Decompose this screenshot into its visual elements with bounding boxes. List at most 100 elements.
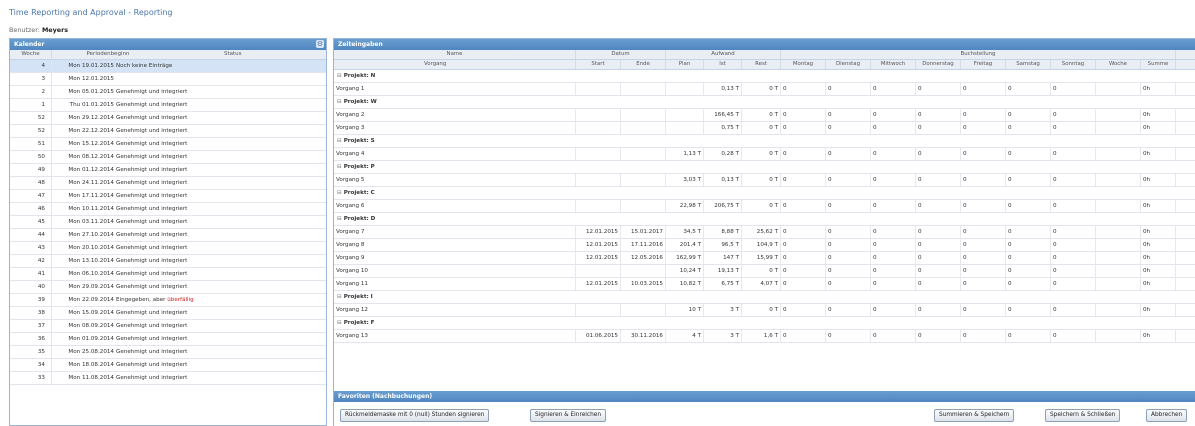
day-hours-input[interactable]: 0 (871, 278, 916, 290)
collapse-icon[interactable]: ⊟ (337, 216, 342, 222)
remaining-cell[interactable]: 15,99 T (742, 252, 781, 264)
day-hours-input[interactable]: 0 (961, 148, 1006, 160)
collapse-icon[interactable]: ⊟ (337, 164, 342, 170)
day-hours-input[interactable]: 0 (916, 122, 961, 134)
calendar-row[interactable]: 34 Mon 18.08.2014 Genehmigt und integriert (10, 359, 326, 372)
calendar-row[interactable]: 2 Mon 05.01.2015 Genehmigt und integriert (10, 86, 326, 99)
col-header-status[interactable]: Status (164, 50, 326, 59)
day-hours-input[interactable]: 0 (1006, 226, 1051, 238)
day-hours-input[interactable]: 0 (826, 83, 871, 95)
calendar-row[interactable]: 40 Mon 29.09.2014 Genehmigt und integriert (10, 281, 326, 294)
day-hours-input[interactable]: 0 (871, 148, 916, 160)
day-hours-input[interactable]: 0 (1006, 122, 1051, 134)
project-row[interactable]: ⊟ Projekt: F (334, 317, 1195, 330)
day-hours-input[interactable]: 0 (1051, 304, 1096, 316)
day-hours-input[interactable]: 0 (916, 148, 961, 160)
day-hours-input[interactable]: 0 (871, 109, 916, 121)
day-hours-input[interactable]: 0 (916, 278, 961, 290)
day-hours-input[interactable]: 0 (916, 83, 961, 95)
column-header[interactable]: Montag (781, 60, 826, 69)
start-date-cell[interactable]: 12.01.2015 (576, 239, 621, 251)
day-hours-input[interactable]: 0 (1006, 148, 1051, 160)
day-hours-input[interactable]: 0 (916, 200, 961, 212)
sign-submit-button[interactable]: Signieren & Einreichen (530, 409, 607, 422)
remaining-cell[interactable]: 0 T (742, 148, 781, 160)
day-hours-input[interactable]: 0 (961, 226, 1006, 238)
day-hours-input[interactable]: 0 (961, 174, 1006, 186)
day-hours-input[interactable]: 0 (871, 174, 916, 186)
remaining-cell[interactable]: 0 T (742, 265, 781, 277)
end-date-cell[interactable] (621, 174, 666, 186)
remaining-cell[interactable]: 0 T (742, 83, 781, 95)
day-hours-input[interactable]: 0 (916, 109, 961, 121)
remaining-cell[interactable]: 0 T (742, 200, 781, 212)
calendar-row[interactable]: 35 Mon 25.08.2014 Genehmigt und integriert (10, 346, 326, 359)
column-header[interactable]: Vorgang (334, 60, 576, 69)
day-hours-input[interactable]: 0 (826, 109, 871, 121)
end-date-cell[interactable] (621, 122, 666, 134)
day-hours-input[interactable]: 0 (961, 330, 1006, 342)
remaining-cell[interactable]: 0 T (742, 174, 781, 186)
calendar-row[interactable]: 37 Mon 08.09.2014 Genehmigt und integriert (10, 320, 326, 333)
day-hours-input[interactable]: 0 (826, 200, 871, 212)
day-hours-input[interactable]: 0 (916, 226, 961, 238)
column-header[interactable]: Samstag (1006, 60, 1051, 69)
column-header[interactable]: Ende (621, 60, 666, 69)
calendar-row[interactable]: 4 Mon 19.01.2015 Noch keine Einträge (10, 60, 326, 73)
start-date-cell[interactable] (576, 122, 621, 134)
calendar-row[interactable]: 43 Mon 20.10.2014 Genehmigt und integriert (10, 242, 326, 255)
day-hours-input[interactable]: 0 (871, 304, 916, 316)
day-hours-input[interactable]: 0 (916, 252, 961, 264)
day-hours-input[interactable]: 0 (871, 200, 916, 212)
day-hours-input[interactable]: 0 (961, 239, 1006, 251)
day-hours-input[interactable]: 0 (781, 239, 826, 251)
sign-zero-hours-button[interactable]: Rückmeldemaske mit 0 (null) Stunden sign… (340, 409, 490, 422)
end-date-cell[interactable]: 15.01.2017 (621, 226, 666, 238)
day-hours-input[interactable]: 0 (781, 148, 826, 160)
day-hours-input[interactable]: 0 (826, 122, 871, 134)
end-date-cell[interactable] (621, 265, 666, 277)
day-hours-input[interactable]: 0 (826, 239, 871, 251)
calendar-row[interactable]: 41 Mon 06.10.2014 Genehmigt und integriert (10, 268, 326, 281)
favorites-header[interactable]: Favoriten (Nachbuchungen) (334, 391, 1195, 402)
calendar-row[interactable]: 49 Mon 01.12.2014 Genehmigt und integriert (10, 164, 326, 177)
column-header[interactable]: Summe (1141, 60, 1176, 69)
day-hours-input[interactable]: 0 (961, 278, 1006, 290)
day-hours-input[interactable]: 0 (1051, 200, 1096, 212)
day-hours-input[interactable]: 0 (1006, 239, 1051, 251)
day-hours-input[interactable]: 0 (1006, 200, 1051, 212)
column-header[interactable]: Rest (742, 60, 781, 69)
day-hours-input[interactable]: 0 (826, 265, 871, 277)
column-header[interactable]: Sonntag (1051, 60, 1096, 69)
day-hours-input[interactable]: 0 (1051, 239, 1096, 251)
calendar-row[interactable]: 46 Mon 10.11.2014 Genehmigt und integriert (10, 203, 326, 216)
start-date-cell[interactable] (576, 109, 621, 121)
day-hours-input[interactable]: 0 (916, 265, 961, 277)
day-hours-input[interactable]: 0 (826, 174, 871, 186)
start-date-cell[interactable] (576, 174, 621, 186)
day-hours-input[interactable]: 0 (961, 252, 1006, 264)
day-hours-input[interactable]: 0 (916, 304, 961, 316)
start-date-cell[interactable] (576, 148, 621, 160)
calendar-row[interactable]: 44 Mon 27.10.2014 Genehmigt und integriert (10, 229, 326, 242)
day-hours-input[interactable]: 0 (961, 265, 1006, 277)
project-row[interactable]: ⊟ Projekt: I (334, 291, 1195, 304)
day-hours-input[interactable]: 0 (1006, 109, 1051, 121)
project-row[interactable]: ⊟ Projekt: P (334, 161, 1195, 174)
day-hours-input[interactable]: 0 (781, 122, 826, 134)
day-hours-input[interactable]: 0 (1051, 252, 1096, 264)
day-hours-input[interactable]: 0 (781, 278, 826, 290)
calendar-row[interactable]: 52 Mon 22.12.2014 Genehmigt und integriert (10, 125, 326, 138)
day-hours-input[interactable]: 0 (1006, 174, 1051, 186)
day-hours-input[interactable]: 0 (871, 239, 916, 251)
calendar-row[interactable]: 50 Mon 08.12.2014 Genehmigt und integriert (10, 151, 326, 164)
day-hours-input[interactable]: 0 (1006, 83, 1051, 95)
day-hours-input[interactable]: 0 (781, 200, 826, 212)
day-hours-input[interactable]: 0 (1006, 330, 1051, 342)
remaining-cell[interactable]: 104,9 T (742, 239, 781, 251)
col-header-period[interactable]: Periodenbeginn (52, 50, 164, 59)
calendar-row[interactable]: 52 Mon 29.12.2014 Genehmigt und integriert (10, 112, 326, 125)
day-hours-input[interactable]: 0 (826, 226, 871, 238)
column-header[interactable]: Plan (666, 60, 704, 69)
day-hours-input[interactable]: 0 (1051, 174, 1096, 186)
